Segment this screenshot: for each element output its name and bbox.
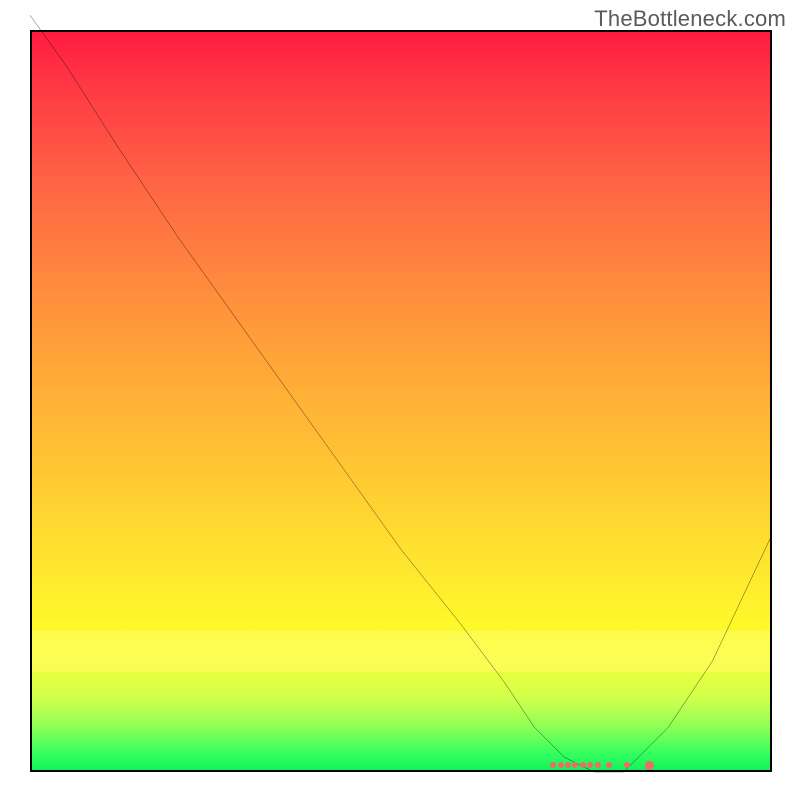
optimal-marker-dot xyxy=(572,762,578,768)
optimal-marker-dot xyxy=(606,762,612,768)
chart-plot-area xyxy=(30,30,772,772)
optimal-marker-dot xyxy=(587,762,593,768)
optimal-marker-dot xyxy=(550,762,556,768)
optimal-marker-dot xyxy=(580,762,586,768)
optimal-marker-dot xyxy=(624,762,630,768)
optimal-marker-dot xyxy=(558,762,564,768)
optimal-marker-dot xyxy=(595,762,601,768)
optimal-marker-group xyxy=(30,30,772,772)
watermark-text: TheBottleneck.com xyxy=(594,6,786,32)
optimal-marker-dot xyxy=(645,761,654,770)
optimal-marker-dot xyxy=(565,762,571,768)
